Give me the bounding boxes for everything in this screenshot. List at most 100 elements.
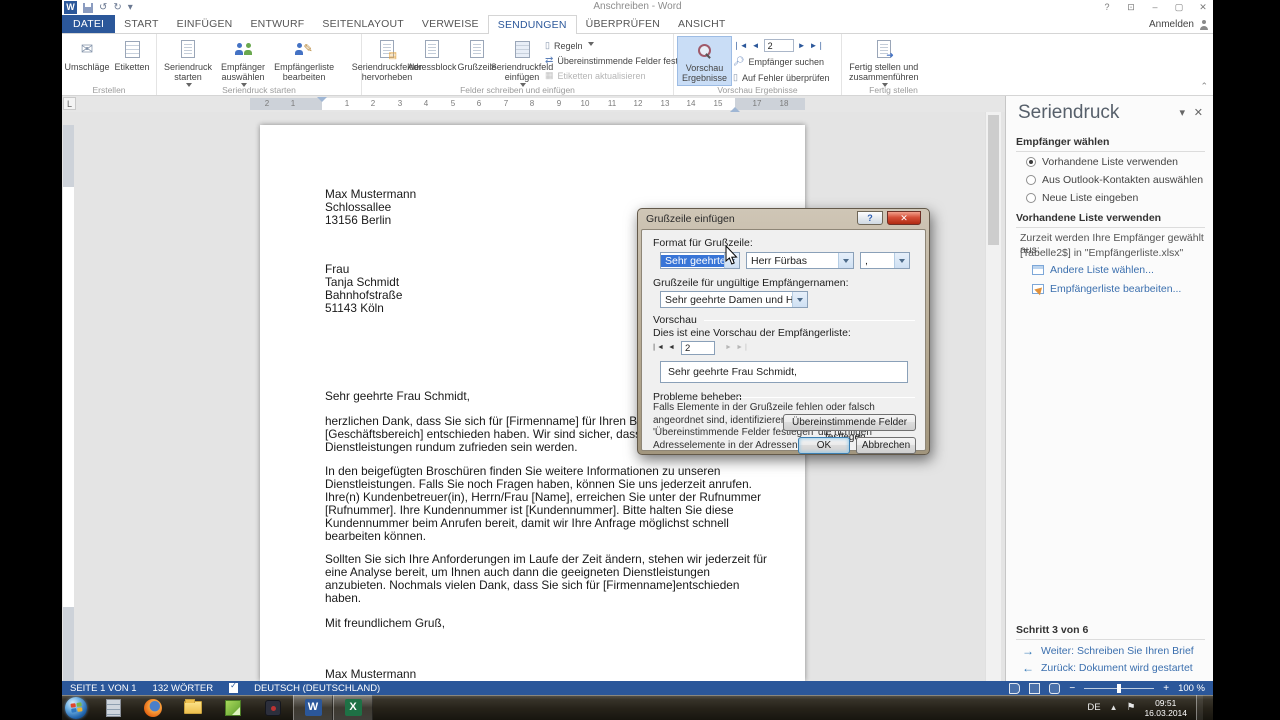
indent-marker-left[interactable]	[317, 97, 327, 107]
vertical-ruler[interactable]	[63, 125, 74, 681]
empfaenger-suchen-button[interactable]: 🔎︎ Empfänger suchen	[733, 55, 830, 68]
tab-seitenlayout[interactable]: SEITENLAYOUT	[313, 15, 413, 33]
zoom-slider[interactable]	[1084, 688, 1154, 689]
tray-expand-icon[interactable]: ▲	[1110, 703, 1118, 712]
salutation-line[interactable]: Sehr geehrte Frau Schmidt,	[325, 390, 470, 403]
help-icon[interactable]: ?	[1099, 0, 1115, 14]
letter-paragraph-1[interactable]: herzlichen Dank, dass Sie sich für [Firm…	[325, 415, 664, 454]
signature-line[interactable]: Max Mustermann	[325, 668, 416, 681]
maximize-icon[interactable]: ▢	[1171, 0, 1187, 14]
letter-paragraph-2[interactable]: In den beigefügten Broschüren finden Sie…	[325, 465, 761, 542]
wizard-next-link[interactable]: → Weiter: Schreiben Sie Ihren Brief	[1022, 644, 1194, 658]
last-record-icon[interactable]: ►❘	[810, 39, 825, 52]
dialog-first-record-icon[interactable]: ❘◄	[651, 342, 664, 355]
dialog-record-number-input[interactable]: 2	[681, 341, 715, 355]
tab-entwurf[interactable]: ENTWURF	[241, 15, 313, 33]
web-layout-icon[interactable]	[1049, 683, 1060, 694]
dialog-last-record-icon[interactable]: ►❘	[736, 342, 749, 355]
read-mode-icon[interactable]	[1009, 683, 1020, 694]
sender-address[interactable]: Max Mustermann Schlossallee 13156 Berlin	[325, 188, 416, 227]
start-button[interactable]	[65, 697, 87, 719]
previous-record-icon[interactable]: ◄	[752, 39, 760, 52]
zoom-in-icon[interactable]: +	[1163, 683, 1169, 694]
page-indicator[interactable]: SEITE 1 VON 1	[70, 683, 137, 694]
radio-outlook-contacts[interactable]: Aus Outlook-Kontakten auswählen	[1026, 174, 1203, 186]
horizontal-ruler[interactable]: 2 1 1 2 3 4 5 6 7 8 9 10 11 12 13 14 15 …	[250, 98, 805, 110]
sign-in[interactable]: Anmelden	[1149, 15, 1209, 34]
tab-start[interactable]: START	[115, 15, 167, 33]
dialog-next-record-icon[interactable]: ►	[722, 342, 735, 355]
umschlaege-button[interactable]: ✉ Umschläge	[65, 36, 109, 73]
closing-line[interactable]: Mit freundlichem Gruß,	[325, 617, 445, 630]
close-icon[interactable]: ✕	[1195, 0, 1211, 14]
collapse-ribbon-icon[interactable]: ⌃	[1200, 81, 1208, 92]
wizard-back-link[interactable]: ← Zurück: Dokument wird gestartet	[1022, 661, 1193, 675]
taskbar-word-button[interactable]: W	[293, 695, 333, 720]
dialog-help-icon[interactable]: ?	[857, 211, 883, 225]
radio-icon	[1026, 175, 1036, 185]
dialog-previous-record-icon[interactable]: ◄	[665, 342, 678, 355]
seriendruckfeld-einfuegen-button[interactable]: Seriendruckfeld einfügen	[500, 36, 544, 91]
etiketten-button[interactable]: Etiketten	[110, 36, 154, 73]
invalid-names-combo[interactable]: Sehr geehrte Damen und Herren,	[660, 291, 808, 308]
proofing-icon[interactable]	[229, 683, 238, 693]
tab-einfuegen[interactable]: EINFÜGEN	[168, 15, 242, 33]
edit-recipient-list-link[interactable]: Empfängerliste bearbeiten...	[1032, 283, 1181, 295]
fertig-stellen-button[interactable]: ➜ Fertig stellen und zusammenführen	[845, 36, 923, 91]
tab-selector[interactable]: L	[63, 97, 76, 110]
dialog-close-icon[interactable]: ✕	[887, 211, 921, 225]
scrollbar-thumb[interactable]	[988, 115, 999, 245]
taskbar-clock[interactable]: 09:51 16.03.2014	[1144, 698, 1187, 718]
letter-paragraph-3[interactable]: Sollten Sie sich Ihre Anforderungen im L…	[325, 553, 767, 605]
ok-button[interactable]: OK	[798, 437, 850, 454]
first-record-icon[interactable]: ❘◄	[733, 39, 748, 52]
adressblock-button[interactable]: Adressblock	[410, 36, 454, 73]
action-center-flag-icon[interactable]: ⚑	[1126, 702, 1135, 713]
indent-marker-right[interactable]	[730, 102, 740, 112]
taskbar-firefox-icon[interactable]	[133, 695, 173, 720]
combo-dropdown-icon[interactable]	[838, 253, 853, 268]
word-count[interactable]: 132 WÖRTER	[153, 683, 214, 694]
record-number-input[interactable]: 2	[764, 39, 794, 52]
show-desktop-button[interactable]	[1196, 695, 1203, 720]
combo-dropdown-icon[interactable]	[894, 253, 909, 268]
minimize-icon[interactable]: –	[1147, 0, 1163, 14]
pane-close-icon[interactable]: ✕	[1194, 106, 1203, 119]
tab-sendungen[interactable]: SENDUNGEN	[488, 15, 577, 34]
choose-other-list-link[interactable]: Andere Liste wählen...	[1032, 264, 1154, 276]
match-fields-dialog-button[interactable]: Übereinstimmende Felder festlegen...	[783, 414, 916, 431]
vorschau-ergebnisse-toggle[interactable]: Vorschau Ergebnisse	[677, 36, 732, 86]
cancel-button[interactable]: Abbrechen	[856, 437, 916, 454]
tab-datei[interactable]: DATEI	[62, 15, 115, 33]
tab-ansicht[interactable]: ANSICHT	[669, 15, 735, 33]
ribbon-display-options-icon[interactable]: ⊡	[1123, 0, 1139, 14]
zoom-out-icon[interactable]: −	[1069, 683, 1075, 694]
pane-options-icon[interactable]: ▾	[1179, 106, 1185, 119]
taskbar-notes-icon[interactable]	[213, 695, 253, 720]
empfaengerliste-bearbeiten-button[interactable]: ✎ Empfängerliste bearbeiten	[270, 36, 338, 84]
taskbar-explorer-icon[interactable]	[173, 695, 213, 720]
keyboard-language[interactable]: DE	[1087, 702, 1100, 713]
next-record-icon[interactable]: ►	[798, 39, 806, 52]
language-indicator[interactable]: DEUTSCH (DEUTSCHLAND)	[254, 683, 380, 694]
tab-verweise[interactable]: VERWEISE	[413, 15, 488, 33]
tab-ueberpruefen[interactable]: ÜBERPRÜFEN	[577, 15, 669, 33]
taskbar-camera-icon[interactable]	[253, 695, 293, 720]
radio-existing-list[interactable]: Vorhandene Liste verwenden	[1026, 156, 1178, 168]
radio-new-list[interactable]: Neue Liste eingeben	[1026, 192, 1138, 204]
zoom-slider-thumb[interactable]	[1117, 684, 1121, 693]
zoom-level[interactable]: 100 %	[1178, 683, 1205, 694]
combo-dropdown-icon[interactable]	[792, 292, 807, 307]
punctuation-combo[interactable]: ,	[860, 252, 910, 269]
name-format-combo[interactable]: Herr Fürbas	[746, 252, 854, 269]
empfaenger-auswaehlen-button[interactable]: Empfänger auswählen	[217, 36, 269, 91]
auf-fehler-ueberpruefen-button[interactable]: ▯ Auf Fehler überprüfen	[733, 71, 830, 84]
seriendruck-starten-button[interactable]: Seriendruck starten	[160, 36, 216, 91]
preview-group-label: Vorschau	[653, 314, 697, 326]
taskbar-excel-button[interactable]: X	[333, 695, 373, 720]
vertical-scrollbar[interactable]	[985, 112, 1001, 681]
print-layout-icon[interactable]	[1029, 683, 1040, 694]
recipient-address[interactable]: Frau Tanja Schmidt Bahnhofstraße 51143 K…	[325, 263, 402, 315]
seriendruckfelder-hervorheben-button[interactable]: ▤ Seriendruckfelder hervorheben	[365, 36, 409, 84]
taskbar-calculator-icon[interactable]	[93, 695, 133, 720]
